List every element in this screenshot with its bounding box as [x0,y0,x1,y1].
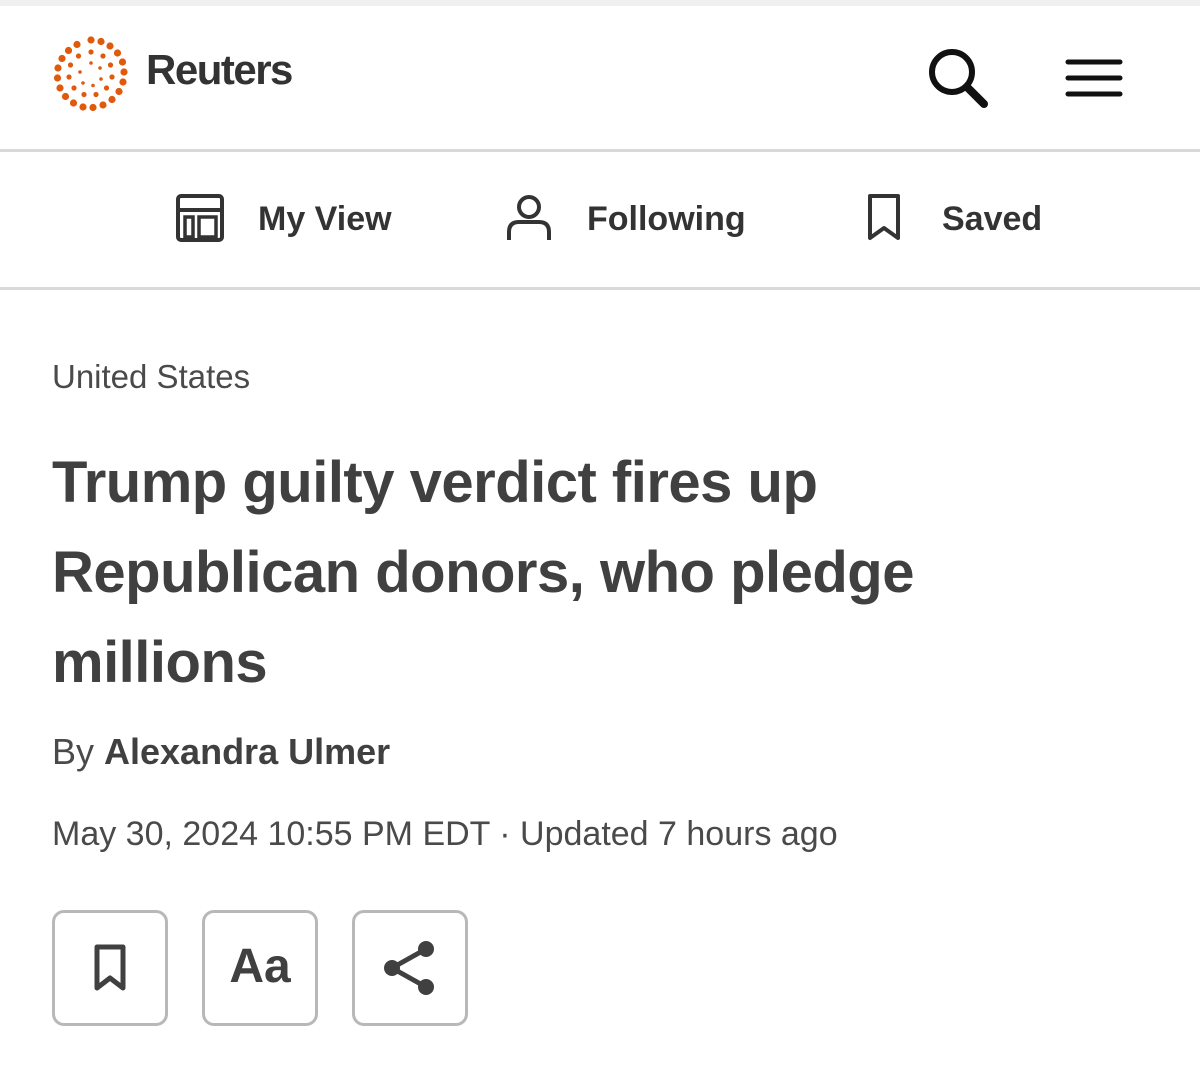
share-icon [384,941,434,995]
author-name[interactable]: Alexandra Ulmer [104,731,390,772]
hamburger-menu-icon[interactable] [1062,50,1126,106]
byline-prefix: By [52,731,105,772]
share-button[interactable] [352,910,468,1026]
save-article-button[interactable] [52,910,168,1026]
bookmark-icon [94,944,126,991]
font-size-button[interactable]: Aa [202,910,318,1026]
bookmark-icon [868,194,900,240]
layout-icon [176,194,224,242]
article-category[interactable]: United States [52,358,250,396]
nav-saved[interactable]: Saved [862,182,1062,254]
sub-navigation: My View Following Saved [0,152,1200,290]
reuters-logo-icon[interactable] [46,30,136,120]
nav-saved-label: Saved [942,200,1043,238]
search-icon[interactable] [922,42,992,112]
nav-my-view[interactable]: My View [172,182,412,254]
person-icon [507,195,551,240]
nav-my-view-label: My View [258,200,392,238]
article-headline: Trump guilty verdict fires up Republican… [52,450,915,695]
article-dateline: May 30, 2024 10:55 PM EDT · Updated 7 ho… [52,815,838,853]
site-header: Reuters [0,6,1200,152]
font-size-icon: Aa [229,940,291,993]
nav-following[interactable]: Following [503,182,763,254]
article-byline: By Alexandra Ulmer [52,731,390,773]
brand-name[interactable]: Reuters [146,46,293,94]
nav-following-label: Following [587,200,746,238]
